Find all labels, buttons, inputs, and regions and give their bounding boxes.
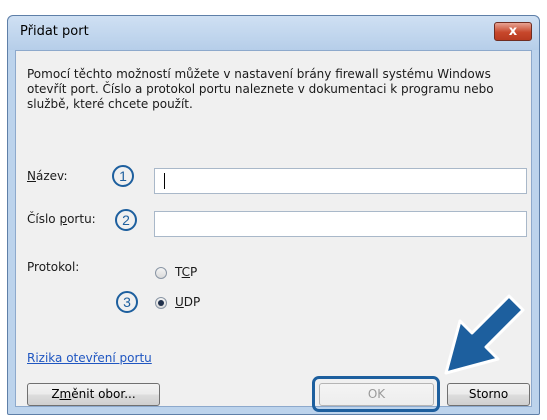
pointer-arrow-icon [444,294,525,375]
